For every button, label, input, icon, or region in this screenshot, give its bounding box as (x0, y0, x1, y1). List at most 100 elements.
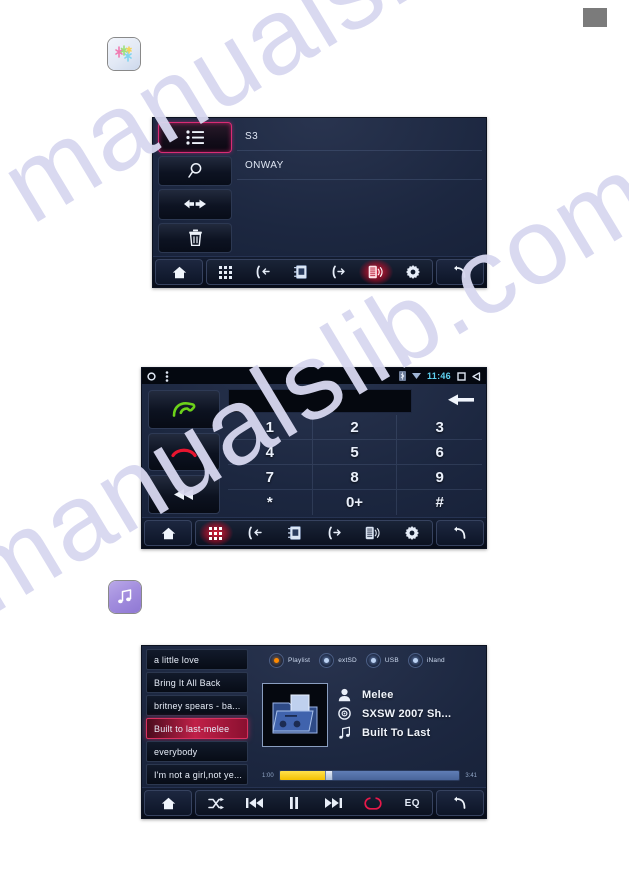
nav-incoming-calls-button[interactable] (240, 521, 270, 545)
playlist-item-title: Built to last-melee (154, 723, 230, 734)
playlist-item[interactable]: britney spears - ba... (146, 695, 248, 716)
nav-devices-button[interactable] (358, 521, 388, 545)
next-track-button[interactable] (319, 791, 349, 815)
pause-icon (290, 797, 299, 809)
artist-icon (338, 688, 351, 701)
bluetooth-device-row[interactable]: S3 (237, 122, 482, 151)
bluetooth-device-name: S3 (245, 130, 259, 142)
dialer-backspace-arrow-button[interactable] (442, 390, 480, 410)
bluetooth-device-list: S3 ONWAY (237, 122, 482, 253)
playlist-item[interactable]: everybody (146, 741, 248, 762)
bluetooth-search-button[interactable] (158, 155, 232, 186)
phone-dialer-screen: 11:46 1 2 3 4 5 6 7 8 9 * 0+ # (141, 367, 487, 549)
bluetooth-navbar (153, 256, 486, 287)
list-icon (185, 130, 204, 145)
progress-fill (279, 771, 329, 780)
playlist-item-selected[interactable]: Built to last-melee (146, 718, 248, 739)
source-playlist-button[interactable]: Playlist (269, 653, 310, 668)
pause-button[interactable] (279, 791, 309, 815)
music-app-icon[interactable] (109, 581, 141, 613)
source-label: USB (384, 657, 399, 664)
key-9[interactable]: 9 (397, 465, 482, 490)
repeat-button[interactable] (358, 791, 388, 815)
back-button[interactable] (436, 259, 484, 285)
call-end-icon (171, 448, 197, 458)
dialer-navbar (142, 517, 486, 548)
music-nav-items: EQ (195, 790, 433, 816)
nav-contacts-button[interactable] (279, 521, 309, 545)
artist-row: Melee (338, 685, 479, 704)
call-in-icon (248, 526, 262, 540)
source-inand-button[interactable]: iNand (407, 653, 445, 668)
status-clock: 11:46 (426, 371, 451, 381)
bluetooth-nav-items (206, 259, 433, 285)
gray-marker-box (583, 8, 607, 27)
source-extsd-button[interactable]: extSD (319, 653, 357, 668)
nav-devices-button[interactable] (361, 260, 391, 284)
home-button[interactable] (144, 520, 192, 546)
bluetooth-connect-button[interactable] (158, 189, 232, 220)
home-button[interactable] (144, 790, 192, 816)
key-6[interactable]: 6 (397, 440, 482, 465)
key-star[interactable]: * (228, 490, 313, 515)
previous-track-button[interactable] (240, 791, 270, 815)
nav-settings-button[interactable] (398, 260, 428, 284)
dial-hangup-button[interactable] (148, 432, 220, 472)
bluetooth-paired-list-button[interactable] (158, 122, 232, 153)
square-icon[interactable] (457, 371, 466, 381)
nav-incoming-calls-button[interactable] (248, 260, 278, 284)
gear-icon (406, 265, 421, 279)
nav-dialpad-button[interactable] (211, 260, 241, 284)
track-metadata: Melee SXSW 2007 Sh... Built To Last (338, 685, 479, 742)
keypad-icon (209, 526, 223, 540)
key-5[interactable]: 5 (312, 440, 398, 465)
bluetooth-app-icon[interactable] (108, 38, 140, 70)
playlist-item[interactable]: a little love (146, 649, 248, 670)
call-out-icon (332, 265, 345, 279)
radio-indicator-icon (319, 653, 335, 668)
progress-slider[interactable] (278, 770, 461, 781)
home-button[interactable] (155, 259, 203, 285)
key-7[interactable]: 7 (228, 465, 313, 490)
source-label: Playlist (288, 657, 311, 664)
playlist-item[interactable]: Bring It All Back (146, 672, 248, 693)
key-4[interactable]: 4 (228, 440, 313, 465)
key-1[interactable]: 1 (228, 415, 313, 440)
shuffle-button[interactable] (201, 791, 231, 815)
album-art (262, 683, 328, 747)
source-label: extSD (338, 657, 357, 664)
back-button[interactable] (436, 520, 484, 546)
more-vert-icon[interactable] (165, 370, 169, 382)
nav-dialpad-button[interactable] (201, 521, 231, 545)
back-arrow-icon (453, 265, 465, 278)
dial-call-button[interactable] (148, 390, 220, 429)
progress-knob[interactable] (325, 771, 334, 780)
nav-outgoing-calls-button[interactable] (319, 521, 349, 545)
search-icon (187, 163, 201, 178)
back-button[interactable] (436, 790, 484, 816)
playlist-item[interactable]: I'm not a girl,not ye... (146, 764, 248, 785)
dialer-keypad: 1 2 3 4 5 6 7 8 9 * 0+ # (228, 415, 482, 515)
circle-icon[interactable] (147, 371, 156, 381)
key-0[interactable]: 0+ (313, 490, 398, 515)
android-status-bar: 11:46 (142, 368, 486, 384)
dialer-nav-items (195, 520, 433, 546)
triangle-back-icon[interactable] (472, 371, 481, 381)
nav-outgoing-calls-button[interactable] (323, 260, 353, 284)
source-usb-button[interactable]: USB (365, 653, 399, 668)
key-2[interactable]: 2 (312, 415, 398, 440)
back-arrow-icon (453, 796, 465, 809)
dialer-number-input[interactable] (228, 389, 412, 413)
dial-backspace-button[interactable] (148, 475, 220, 515)
key-8[interactable]: 8 (312, 465, 398, 490)
key-hash[interactable]: # (397, 490, 482, 515)
radio-indicator-icon (407, 653, 423, 668)
folder-album-art-icon (272, 694, 318, 734)
equalizer-button[interactable]: EQ (397, 791, 427, 815)
bluetooth-delete-button[interactable] (158, 222, 232, 253)
nav-contacts-button[interactable] (286, 260, 316, 284)
bluetooth-device-row[interactable]: ONWAY (237, 151, 482, 180)
nav-settings-button[interactable] (397, 521, 427, 545)
track-icon (339, 726, 350, 739)
key-3[interactable]: 3 (397, 415, 482, 440)
